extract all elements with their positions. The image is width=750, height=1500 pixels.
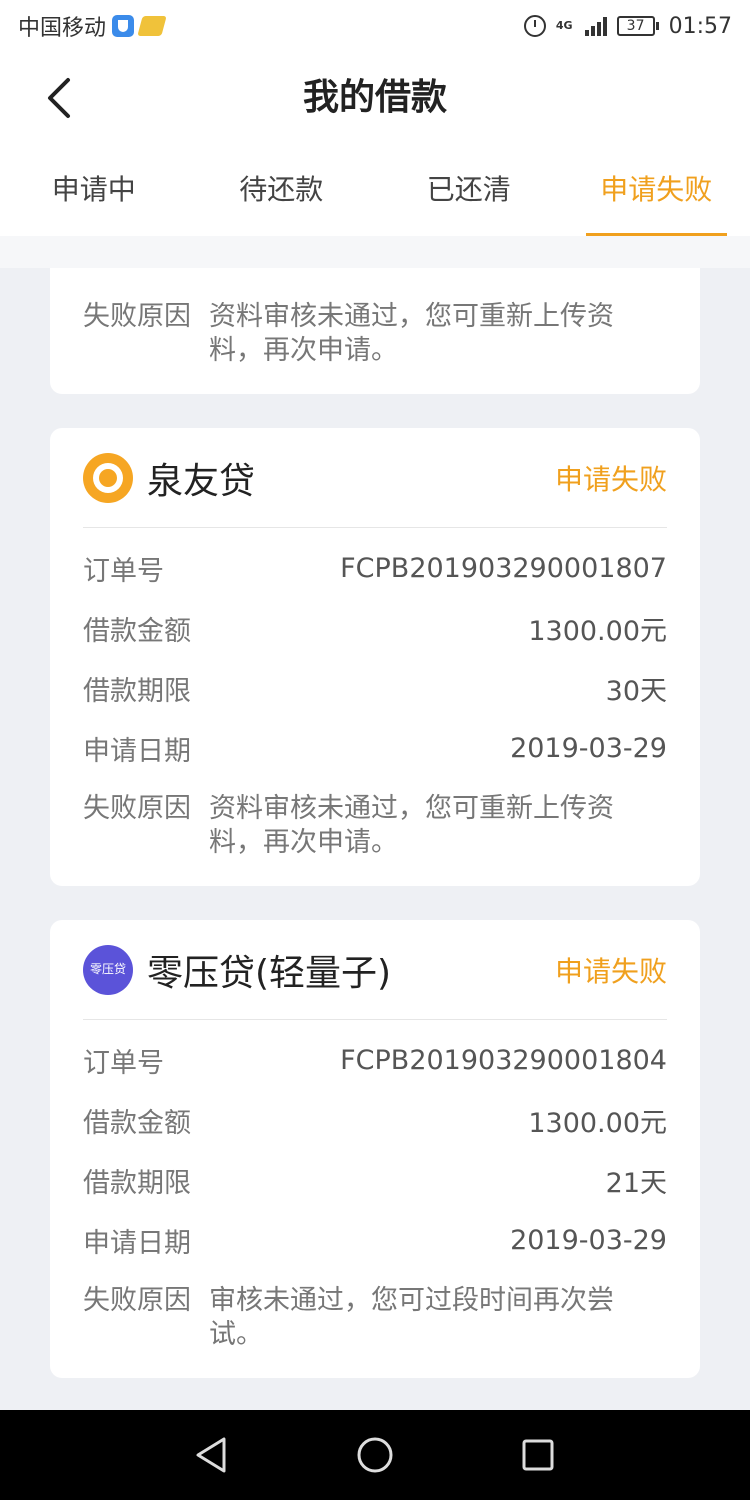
chevron-left-icon: [48, 78, 70, 118]
clock: 01:57: [668, 13, 732, 39]
loan-term-row: 借款期限 30天: [83, 668, 667, 708]
loan-amount-label: 借款金额: [83, 1107, 191, 1139]
network-type: 4G: [555, 19, 573, 32]
carrier-name: 中国移动: [18, 16, 107, 41]
nav-recents-button[interactable]: [508, 1425, 568, 1485]
notification-icon: [137, 16, 167, 36]
failure-reason-value: 资料审核未通过，您可重新上传资料，再次申请。: [209, 301, 614, 366]
loan-card[interactable]: 泉友贷 申请失败 订单号 FCPB201903290001807 借款金额 13…: [50, 428, 700, 886]
apply-date-value: 2019-03-29: [510, 732, 667, 764]
nav-back-button[interactable]: [182, 1425, 242, 1485]
square-recents-icon: [522, 1439, 554, 1471]
status-badge: 申请失败: [554, 462, 667, 496]
loan-card-partial[interactable]: 失败原因 资料审核未通过，您可重新上传资料，再次申请。: [50, 268, 700, 394]
loan-list[interactable]: 失败原因 资料审核未通过，您可重新上传资料，再次申请。 泉友贷 申请失败 订单号…: [0, 268, 750, 1410]
loan-term-row: 借款期限 21天: [83, 1160, 667, 1200]
back-button[interactable]: [30, 72, 86, 124]
order-number-label: 订单号: [83, 555, 164, 587]
apply-date-label: 申请日期: [83, 735, 191, 767]
page-title: 我的借款: [302, 77, 447, 118]
lender-name: 泉友贷: [147, 460, 256, 502]
order-number-row: 订单号 FCPB201903290001804: [83, 1040, 667, 1080]
order-number-row: 订单号 FCPB201903290001807: [83, 548, 667, 588]
lender-logo-text: 零压贷: [89, 961, 126, 976]
loan-amount-row: 借款金额 1300.00元: [83, 1100, 667, 1140]
tab-bar: 申请中 待还款 已还清 申请失败: [0, 144, 750, 236]
nav-home-button[interactable]: [345, 1425, 405, 1485]
alarm-icon: [523, 15, 546, 37]
failure-reason-label: 失败原因: [83, 1285, 191, 1316]
apply-date-label: 申请日期: [83, 1227, 191, 1259]
apply-date-value: 2019-03-29: [510, 1224, 667, 1256]
order-number-value: FCPB201903290001807: [340, 552, 667, 584]
failure-reason-value: 资料审核未通过，您可重新上传资料，再次申请。: [209, 793, 614, 858]
tab-applying[interactable]: 申请中: [0, 144, 188, 236]
order-number-value: FCPB201903290001804: [340, 1044, 667, 1076]
failure-reason-label: 失败原因: [83, 793, 191, 824]
loan-term-label: 借款期限: [83, 675, 191, 707]
failure-reason-label: 失败原因: [83, 301, 191, 332]
loan-amount-value: 1300.00元: [528, 1107, 667, 1139]
circle-home-icon: [357, 1437, 393, 1473]
status-bar: 中国移动 4G 37 01:57: [0, 0, 750, 52]
system-nav-bar: [0, 1410, 750, 1500]
signal-icon: [584, 16, 607, 36]
loan-term-value: 21天: [605, 1167, 667, 1199]
order-number-label: 订单号: [83, 1047, 164, 1079]
triangle-back-icon: [196, 1437, 226, 1473]
tab-repaid[interactable]: 已还清: [375, 144, 563, 236]
failure-reason-row: 失败原因 资料审核未通过，您可重新上传资料，再次申请。: [83, 300, 667, 368]
failure-reason-value: 审核未通过，您可过段时间再次尝试。: [209, 1285, 614, 1350]
lender-name: 零压贷(轻量子): [147, 952, 392, 994]
loan-amount-value: 1300.00元: [528, 615, 667, 647]
battery-icon: 37: [616, 16, 659, 36]
loan-card-header: 泉友贷 申请失败: [83, 428, 667, 528]
loan-amount-row: 借款金额 1300.00元: [83, 608, 667, 648]
tab-to-repay[interactable]: 待还款: [188, 144, 376, 236]
lender-logo-icon: [83, 452, 133, 503]
shield-icon: [112, 15, 135, 37]
tab-divider: [0, 236, 750, 268]
loan-term-value: 30天: [605, 675, 667, 707]
tab-failed[interactable]: 申请失败: [563, 144, 750, 236]
loan-card-header: 零压贷 零压贷(轻量子) 申请失败: [83, 920, 667, 1020]
failure-reason-row: 失败原因 资料审核未通过，您可重新上传资料，再次申请。: [83, 792, 667, 860]
status-badge: 申请失败: [554, 954, 667, 988]
loan-amount-label: 借款金额: [83, 615, 191, 647]
lender-logo-icon: 零压贷: [83, 944, 133, 995]
loan-term-label: 借款期限: [83, 1167, 191, 1199]
apply-date-row: 申请日期 2019-03-29: [83, 728, 667, 768]
apply-date-row: 申请日期 2019-03-29: [83, 1220, 667, 1260]
app-header: 我的借款: [0, 52, 750, 144]
failure-reason-row: 失败原因 审核未通过，您可过段时间再次尝试。: [83, 1284, 667, 1352]
battery-level: 37: [616, 16, 655, 36]
loan-card[interactable]: 零压贷 零压贷(轻量子) 申请失败 订单号 FCPB20190329000180…: [50, 920, 700, 1378]
